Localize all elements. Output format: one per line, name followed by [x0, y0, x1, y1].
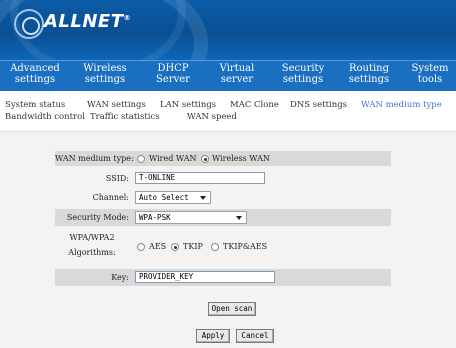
subnav-lan-settings[interactable]: LAN settings	[160, 100, 216, 110]
algorithms-row: WPA/WPA2 Algorithms: AES TKIP TKIP&AES	[55, 231, 391, 261]
key-label: Key:	[111, 273, 129, 282]
nav-label: server	[220, 74, 254, 85]
subnav-bandwidth-control[interactable]: Bandwidth control	[5, 112, 85, 122]
main-nav: Advanced settings Wireless settings DHCP Se…	[0, 60, 456, 91]
subnav-traffic-statistics[interactable]: Traffic statistics	[90, 112, 160, 122]
nav-label: System	[411, 63, 449, 74]
ssid-input[interactable]: T-ONLINE	[135, 172, 265, 184]
nav-label: Server	[156, 74, 190, 85]
ssid-label: SSID:	[105, 174, 129, 183]
chevron-down-icon	[200, 196, 206, 200]
sub-nav: System status WAN settings LAN settings …	[0, 91, 456, 127]
channel-select[interactable]: Auto Select	[135, 191, 211, 204]
security-mode-row: Security Mode: WPA-PSK	[55, 209, 391, 226]
subnav-system-status[interactable]: System status	[5, 100, 65, 110]
nav-label: settings	[282, 74, 324, 85]
apply-button[interactable]: Apply	[196, 329, 230, 343]
tkip-radio[interactable]	[171, 243, 179, 251]
nav-virtual-server[interactable]: Virtual server	[210, 63, 264, 85]
aes-radio[interactable]	[137, 243, 145, 251]
wireless-wan-label: Wireless WAN	[212, 154, 270, 163]
open-scan-button[interactable]: Open scan	[208, 302, 256, 316]
wireless-wan-radio[interactable]	[201, 155, 209, 163]
subnav-mac-clone[interactable]: MAC Clone	[230, 100, 279, 110]
tkip-aes-label: TKIP&AES	[223, 242, 268, 251]
wan-medium-label: WAN medium type:	[55, 154, 134, 163]
nav-label: Virtual	[219, 63, 255, 74]
subnav-dns-settings[interactable]: DNS settings	[290, 100, 347, 110]
brand-trademark: ®	[123, 14, 132, 22]
channel-value: Auto Select	[139, 193, 189, 202]
nav-wireless-settings[interactable]: Wireless settings	[78, 63, 132, 85]
subnav-wan-medium-type[interactable]: WAN medium type	[361, 100, 442, 110]
algorithms-label-1: WPA/WPA2	[69, 233, 115, 242]
security-mode-select[interactable]: WPA-PSK	[135, 211, 247, 224]
wired-wan-label: Wired WAN	[149, 154, 197, 163]
algorithms-label-2: Algorithms:	[68, 248, 116, 257]
subnav-wan-speed[interactable]: WAN speed	[187, 112, 237, 122]
brand-name: ALLNET	[44, 11, 124, 32]
nav-label: settings	[348, 74, 390, 85]
tkip-aes-radio[interactable]	[211, 243, 219, 251]
tkip-label: TKIP	[183, 242, 203, 251]
channel-label: Channel:	[92, 193, 129, 202]
brand-logo: ALLNET®	[44, 11, 131, 32]
wired-wan-radio[interactable]	[137, 155, 145, 163]
key-input[interactable]: PROVIDER_KEY	[135, 271, 275, 283]
subnav-wan-settings[interactable]: WAN settings	[87, 100, 146, 110]
cancel-button[interactable]: Cancel	[236, 329, 274, 343]
nav-label: tools	[417, 74, 443, 85]
security-mode-value: WPA-PSK	[139, 213, 171, 222]
nav-label: Security	[281, 63, 325, 74]
nav-routing-settings[interactable]: Routing settings	[342, 63, 396, 85]
nav-label: Routing	[348, 63, 390, 74]
nav-security-settings[interactable]: Security settings	[276, 63, 330, 85]
key-row: Key: PROVIDER_KEY	[55, 269, 391, 286]
nav-advanced-settings[interactable]: Advanced settings	[8, 63, 62, 85]
allnet-logo-icon	[14, 9, 44, 39]
nav-label: Wireless	[83, 63, 127, 74]
ssid-row: SSID: T-ONLINE	[55, 171, 391, 186]
wan-medium-row: WAN medium type: Wired WAN Wireless WAN	[55, 151, 391, 166]
nav-label: DHCP	[157, 63, 189, 74]
aes-label: AES	[149, 242, 167, 251]
channel-row: Channel: Auto Select	[55, 190, 391, 205]
nav-label: settings	[14, 74, 56, 85]
nav-system-tools[interactable]: System tools	[408, 63, 452, 85]
chevron-down-icon	[236, 216, 242, 220]
header-banner: ALLNET®	[0, 0, 456, 60]
nav-label: Advanced	[10, 63, 60, 74]
nav-label: settings	[84, 74, 126, 85]
nav-dhcp-server[interactable]: DHCP Server	[148, 63, 198, 85]
security-mode-label: Security Mode:	[66, 213, 129, 222]
